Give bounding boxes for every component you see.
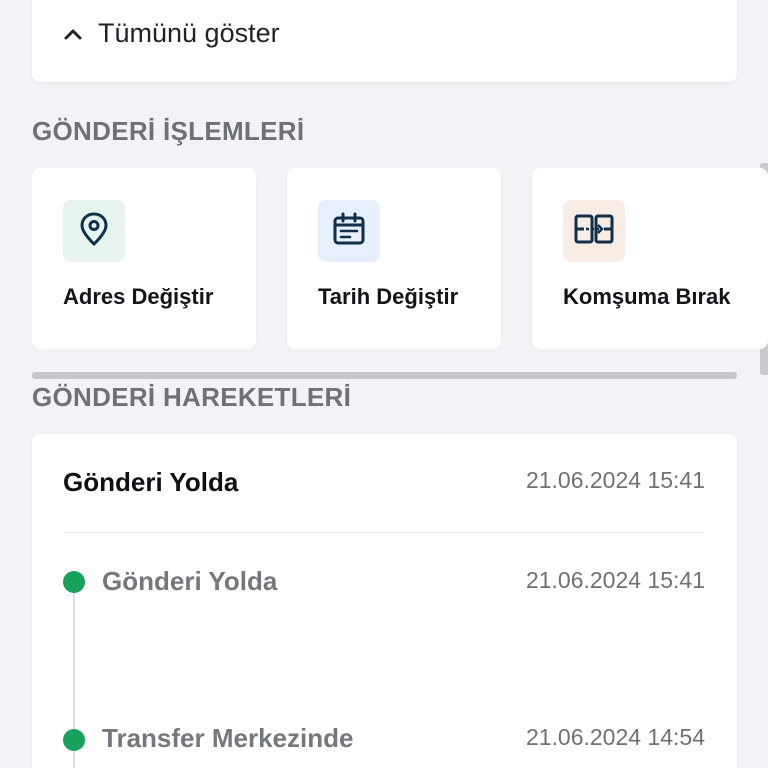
change-date-label: Tarih Değiştir bbox=[318, 284, 459, 309]
movements-section-title: GÖNDERİ HAREKETLERİ bbox=[32, 382, 352, 412]
divider bbox=[63, 532, 705, 533]
timeline-dot bbox=[63, 571, 85, 593]
shipment-detail-page: Tümünü göster GÖNDERİ İŞLEMLERİ Adres De… bbox=[0, 0, 768, 768]
timeline-event-title: Gönderi Yolda bbox=[102, 566, 278, 596]
show-all-toggle[interactable]: Tümünü göster bbox=[62, 18, 280, 49]
chevron-up-icon bbox=[62, 23, 84, 45]
timeline-event-date: 21.06.2024 14:54 bbox=[525, 724, 705, 750]
calendar-icon bbox=[332, 212, 366, 251]
show-all-card: Tümünü göster bbox=[32, 0, 737, 82]
movements-card: Gönderi Yolda 21.06.2024 15:41 Gönderi Y… bbox=[32, 434, 737, 768]
change-address-button[interactable]: Adres Değiştir bbox=[32, 168, 256, 349]
change-date-icon-box bbox=[318, 200, 380, 262]
operations-carousel[interactable]: Adres Değiştir Tarih Değiştir Komşuma Bı… bbox=[32, 168, 768, 349]
neighbor-transfer-icon bbox=[574, 213, 614, 250]
leave-with-neighbor-label: Komşuma Bırak bbox=[563, 284, 731, 309]
change-address-icon-box bbox=[63, 200, 125, 262]
leave-with-neighbor-button[interactable]: Komşuma Bırak bbox=[532, 168, 768, 349]
current-status-date: 21.06.2024 15:41 bbox=[525, 467, 705, 493]
timeline-event-date: 21.06.2024 15:41 bbox=[525, 567, 705, 593]
leave-with-neighbor-icon-box bbox=[563, 200, 625, 262]
horizontal-scrollbar[interactable] bbox=[32, 372, 737, 379]
timeline-dot bbox=[63, 729, 85, 751]
current-status-title: Gönderi Yolda bbox=[63, 467, 239, 497]
show-all-label: Tümünü göster bbox=[98, 18, 280, 48]
timeline-event-title: Transfer Merkezinde bbox=[102, 723, 354, 753]
operations-section-title: GÖNDERİ İŞLEMLERİ bbox=[32, 116, 305, 146]
change-address-label: Adres Değiştir bbox=[63, 284, 214, 309]
location-pin-icon bbox=[79, 212, 109, 251]
change-date-button[interactable]: Tarih Değiştir bbox=[287, 168, 501, 349]
